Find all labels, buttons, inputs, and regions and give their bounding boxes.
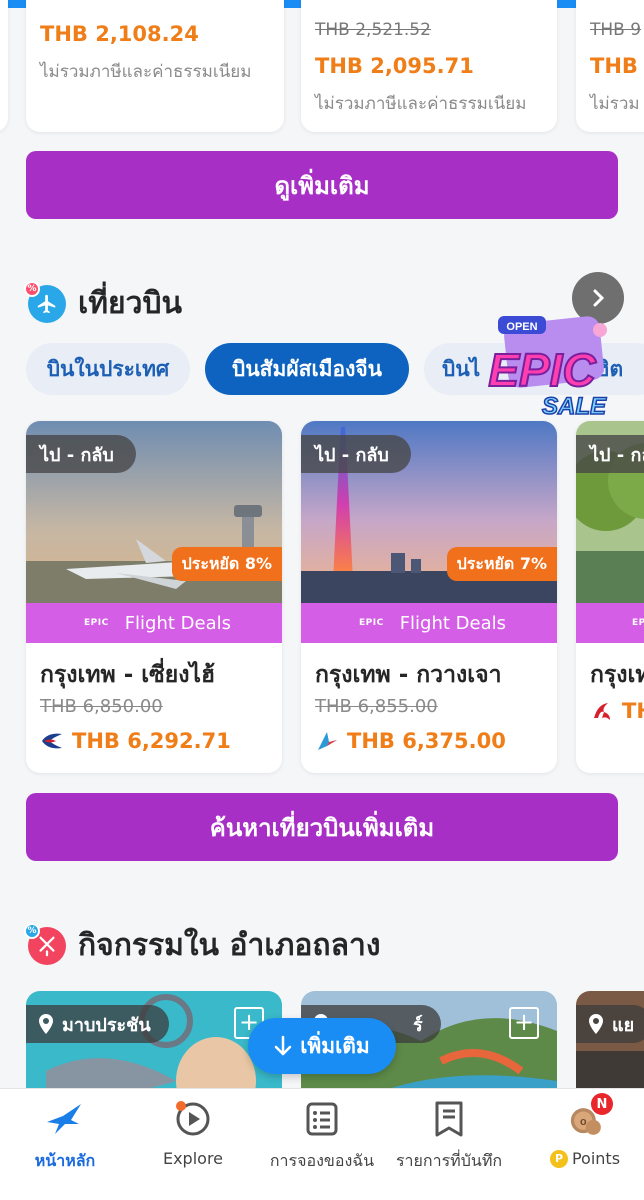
- nav-points[interactable]: o N P Points: [540, 1089, 630, 1200]
- nav-home-label: หน้าหลัก: [34, 1151, 96, 1170]
- flight-route: กรุงเทพ - กวางเจา: [315, 662, 502, 688]
- trip-type-badge: ไป - กลับ: [26, 435, 136, 473]
- nav-bookings[interactable]: การจองของฉัน: [262, 1089, 382, 1200]
- hotel-tax-note: ไม่รวมภาษีและค่าธรรมเนียม: [315, 94, 527, 114]
- nav-home[interactable]: หน้าหลัก: [20, 1089, 110, 1200]
- hotel-price: THB 2,108.24: [40, 22, 199, 46]
- hotel-price: THB 2,095.71: [315, 54, 474, 78]
- arrow-down-icon: [274, 1035, 292, 1056]
- china-eastern-logo-icon: [42, 733, 62, 749]
- activity-location-badge: มาบประชัน: [26, 1005, 169, 1043]
- flight-route: กรุงเท: [590, 662, 644, 688]
- nav-explore[interactable]: Explore: [148, 1089, 238, 1200]
- see-more-button[interactable]: ดูเพิ่มเติม: [26, 151, 618, 219]
- load-more-button[interactable]: เพิ่มเติม: [248, 1018, 396, 1074]
- tab-domestic-flights[interactable]: บินในประเทศ: [26, 343, 190, 395]
- nav-saved-label: รายการที่บันทึก: [395, 1151, 503, 1170]
- flight-card[interactable]: ไป - กลับ ประหยัด 7% EPIC Flight Deals ก…: [301, 421, 557, 773]
- nav-points-label-row: P Points: [549, 1149, 621, 1168]
- epic-tag: EPIC: [84, 618, 109, 628]
- flight-deals-banner: EPIC Flight Deals: [26, 603, 282, 643]
- epic-badge-sale: SALE: [542, 393, 607, 420]
- hotel-card-left-partial[interactable]: [0, 0, 8, 132]
- add-to-list-icon[interactable]: +: [509, 1007, 539, 1039]
- activities-title-text: กิจกรรมใน อำเภอถลาง: [78, 928, 381, 963]
- tab-china-flights[interactable]: บินสัมผัสเมืองจีน: [205, 343, 409, 395]
- saved-list-icon: [429, 1099, 469, 1139]
- activity-deal-icon: %: [24, 922, 66, 965]
- flight-price: TH: [622, 699, 644, 723]
- flight-price-row: THB 6,375.00: [315, 729, 506, 753]
- flight-deals-label: Flight Deals: [399, 612, 507, 634]
- nav-points-label: Points: [571, 1149, 621, 1168]
- activities-section-title: % กิจกรรมใน อำเภอถลาง: [24, 922, 381, 969]
- nav-saved[interactable]: รายการที่บันทึก: [392, 1089, 506, 1200]
- nav-bookings-label: การจองของฉัน: [269, 1151, 375, 1170]
- flight-price-row: TH: [590, 699, 644, 723]
- points-coin-icon: o N: [565, 1093, 613, 1139]
- flight-card-partial[interactable]: ไป - กลับ EPIC กรุงเท TH: [576, 421, 644, 773]
- location-pin-icon: [589, 1014, 603, 1034]
- flight-card[interactable]: ไป - กลับ ประหยัด 8% EPIC Flight Deals ก…: [26, 421, 282, 773]
- flights-section-title: % เที่ยวบิน: [24, 280, 183, 327]
- hotel-tax-note: ไม่รวมภาษีและค่าธรรมเนียม: [40, 62, 252, 82]
- activity-location-badge: แย: [576, 1005, 644, 1043]
- air-china-logo-icon: [594, 703, 610, 720]
- flight-deals-banner: EPIC Flight Deals: [301, 603, 557, 643]
- flight-route: กรุงเทพ - เซี่ยงไฮ้: [40, 662, 216, 688]
- flight-deals-banner: EPIC: [576, 603, 644, 643]
- flight-price: THB 6,292.71: [72, 729, 231, 753]
- epic-tag: EPIC: [359, 618, 384, 628]
- flight-price-row: THB 6,292.71: [40, 729, 231, 753]
- tab-partial-label: บินไ: [442, 356, 481, 381]
- hotel-original-price: THB 9: [590, 20, 642, 40]
- flights-title-text: เที่ยวบิน: [78, 286, 183, 321]
- points-new-badge: N: [591, 1093, 613, 1115]
- flight-price: THB 6,375.00: [347, 729, 506, 753]
- epic-tag: EPIC: [632, 618, 644, 628]
- hotel-card[interactable]: THB 2,521.52 THB 2,095.71 ไม่รวมภาษีและค…: [301, 0, 557, 132]
- hotel-original-price: THB 2,521.52: [315, 20, 431, 40]
- activity-location: แย: [612, 1014, 635, 1036]
- hotel-tax-note: ไม่รวม: [590, 94, 640, 114]
- location-pin-icon: [39, 1014, 53, 1034]
- saving-badge: ประหยัด 7%: [446, 547, 557, 581]
- points-coin-small-icon: P: [549, 1149, 568, 1168]
- hotel-card-right-partial[interactable]: THB 9 THB 9 ไม่รวม: [576, 0, 644, 132]
- trip-type-badge: ไป - กลับ: [301, 435, 411, 473]
- flight-deals-label: Flight Deals: [124, 612, 232, 634]
- search-more-flights-button[interactable]: ค้นหาเที่ยวบินเพิ่มเติม: [26, 793, 618, 861]
- bottom-navigation: หน้าหลัก Explore การจองของฉัน รายการที่บ…: [0, 1088, 644, 1200]
- china-southern-logo-icon: [318, 732, 337, 750]
- epic-badge-open: OPEN: [506, 321, 537, 333]
- trip-type-badge: ไป - กลับ: [576, 435, 644, 473]
- tab-partial[interactable]: บินไ สุดฮิต: [424, 343, 644, 395]
- play-circle-icon: [173, 1099, 213, 1139]
- chevron-right-icon[interactable]: [572, 272, 624, 324]
- saving-badge: ประหยัด 8%: [171, 547, 282, 581]
- bookings-icon: [302, 1099, 342, 1139]
- hotel-price: THB 9: [590, 54, 644, 78]
- activity-location: มาบประชัน: [62, 1014, 151, 1036]
- nav-explore-label: Explore: [162, 1149, 224, 1168]
- flight-original-price: THB 6,855.00: [315, 696, 438, 717]
- tab-popular-label: สุดฮิต: [570, 356, 624, 381]
- flight-deal-icon: %: [24, 280, 66, 323]
- activity-location: ร์: [413, 1014, 423, 1036]
- home-bird-icon: [45, 1099, 85, 1139]
- flight-original-price: THB 6,850.00: [40, 696, 163, 717]
- hotel-card[interactable]: THB 2,108.24 ไม่รวมภาษีและค่าธรรมเนียม: [26, 0, 284, 132]
- load-more-label: เพิ่มเติม: [300, 1033, 370, 1058]
